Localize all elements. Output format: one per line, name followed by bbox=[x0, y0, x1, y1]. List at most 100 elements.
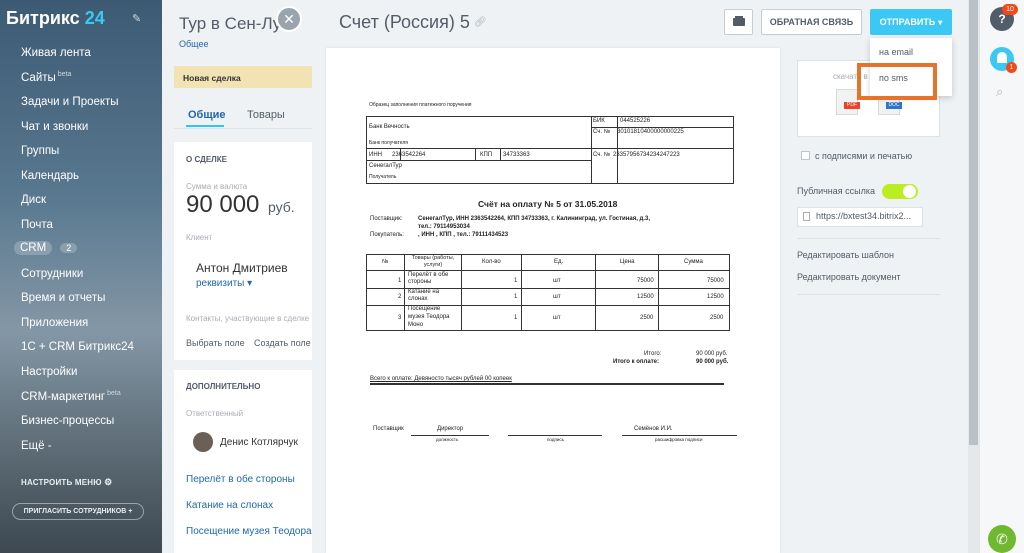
create-field-link[interactable]: Создать поле bbox=[254, 338, 312, 348]
sign-decoding-caption: расшифровка подписи bbox=[655, 437, 703, 442]
crm-count-badge: 2 bbox=[60, 243, 78, 253]
search-icon[interactable]: ⌕ bbox=[996, 84, 1003, 100]
sidebar-item-more[interactable]: Ещё - bbox=[21, 440, 52, 452]
about-deal-section bbox=[174, 142, 312, 360]
inn-value: 2363542264 bbox=[392, 152, 426, 158]
row-1-num: 1 bbox=[398, 278, 402, 284]
requisites-link[interactable]: реквизиты ▾ bbox=[196, 278, 252, 289]
sidebar-item-crm[interactable]: CRM 2 bbox=[14, 241, 78, 255]
edit-pencil-icon[interactable]: ✎ bbox=[132, 12, 141, 25]
phone-icon[interactable]: ✆ bbox=[988, 525, 1016, 553]
total-in-words: Всего к оплате: Девяносто тысяч рублей 0… bbox=[370, 376, 512, 382]
sidebar-item-sites[interactable]: Сайты beta bbox=[21, 71, 71, 84]
sidebar-item-1c[interactable]: 1С + CRM Битрикс24 bbox=[21, 341, 134, 353]
account-label-2: Сч. № bbox=[593, 152, 611, 158]
print-button[interactable] bbox=[724, 9, 753, 35]
signatures-label: с подписями и печатью bbox=[815, 151, 913, 161]
account-value-2: 23357956734234247223 bbox=[613, 152, 680, 158]
row-1-qty: 1 bbox=[514, 278, 518, 284]
recipient-label: Получатель bbox=[369, 174, 397, 180]
edit-document-link[interactable]: Редактировать документ bbox=[797, 272, 901, 282]
responsible-label: Ответственный bbox=[186, 409, 244, 418]
sidebar-item-time[interactable]: Время и отчеты bbox=[21, 292, 105, 304]
send-by-email-item[interactable]: на email bbox=[879, 47, 913, 57]
bank-name: Банк Вечность bbox=[369, 124, 410, 130]
row-3-name-l1: Посещение bbox=[408, 306, 441, 312]
row-3-name-l2: музея Теодора bbox=[408, 314, 450, 320]
close-icon[interactable]: ✕ bbox=[276, 6, 302, 32]
inn-label: ИНН bbox=[369, 152, 382, 158]
right-rail bbox=[979, 0, 1024, 553]
sidebar-item-bizproc[interactable]: Бизнес-процессы bbox=[21, 415, 114, 427]
account-label-1: Сч. № bbox=[593, 129, 611, 135]
bik-value: 044525226 bbox=[620, 118, 651, 124]
sidebar-item-calendar[interactable]: Календарь bbox=[21, 170, 79, 182]
sidebar-item-groups[interactable]: Группы bbox=[21, 145, 59, 157]
sidebar-item-employees[interactable]: Сотрудники bbox=[21, 268, 83, 280]
sidebar-item-disk[interactable]: Диск bbox=[21, 194, 46, 206]
tab-general-underline bbox=[186, 125, 224, 127]
pdf-badge: PDF bbox=[844, 102, 860, 109]
invoice-heading: Счёт на оплату № 5 от 31.05.2018 bbox=[478, 199, 618, 209]
total-label: Итого: bbox=[644, 351, 662, 357]
sidebar-item-tasks[interactable]: Задачи и Проекты bbox=[21, 96, 119, 108]
signatures-checkbox[interactable] bbox=[801, 151, 810, 160]
right-column-divider-2 bbox=[797, 294, 940, 295]
row-1-name-l1: Перелёт в обе bbox=[408, 272, 449, 278]
sign-signature-caption: подпись bbox=[547, 437, 565, 442]
tab-products[interactable]: Товары bbox=[247, 109, 285, 121]
feedback-button[interactable]: ОБРАТНАЯ СВЯЗЬ bbox=[761, 9, 862, 35]
product-link-2[interactable]: Катание на слонах bbox=[186, 500, 312, 511]
row-3-sum: 2500 bbox=[710, 315, 724, 321]
row-3-qty: 1 bbox=[514, 315, 518, 321]
row-2-qty: 1 bbox=[514, 294, 518, 300]
sidebar-item-mail[interactable]: Почта bbox=[21, 219, 53, 231]
col-header-qty: Кол-во bbox=[482, 259, 501, 265]
row-3-unit: шт bbox=[553, 315, 561, 321]
bitrix24-logo[interactable]: Битрикс 24 bbox=[6, 8, 105, 29]
doc-badge: DOC bbox=[886, 102, 902, 109]
col-header-num: № bbox=[382, 259, 389, 265]
bell-shape bbox=[997, 52, 1007, 63]
bank-recipient-label: Банк получателя bbox=[369, 140, 408, 146]
scrollbar-thumb[interactable] bbox=[969, 0, 978, 445]
copy-icon[interactable] bbox=[803, 212, 810, 221]
responsible-avatar bbox=[193, 432, 213, 452]
sidebar-item-crm-marketing[interactable]: CRM-маркетинг beta bbox=[21, 390, 121, 403]
sidebar-item-chat[interactable]: Чат и звонки bbox=[21, 121, 88, 133]
sidebar-item-settings[interactable]: Настройки bbox=[21, 366, 77, 378]
configure-menu-link[interactable]: НАСТРОИТЬ МЕНЮ ⚙ bbox=[21, 477, 112, 488]
responsible-name[interactable]: Денис Котлярчук bbox=[220, 437, 298, 448]
row-2-num: 2 bbox=[398, 294, 402, 300]
product-link-1[interactable]: Перелёт в обе стороны bbox=[186, 474, 312, 485]
sign-supplier-label: Поставщик bbox=[373, 426, 404, 432]
deal-title: Тур в Сен-Лу bbox=[179, 14, 279, 33]
client-label: Клиент bbox=[186, 233, 213, 242]
select-field-link[interactable]: Выбрать поле bbox=[186, 338, 245, 348]
about-deal-heading: О СДЕЛКЕ bbox=[186, 155, 227, 164]
link-icon[interactable]: 🔗︎ bbox=[474, 17, 487, 28]
chevron-down-icon: ▾ bbox=[938, 18, 943, 27]
edit-template-link[interactable]: Редактировать шаблон bbox=[797, 250, 894, 260]
sample-caption: Образец заполнения платежного поручения bbox=[369, 102, 472, 108]
col-header-sum: Сумма bbox=[684, 259, 703, 265]
send-button[interactable]: ОТПРАВИТЬ ▾ bbox=[870, 9, 952, 35]
invite-employees-button[interactable]: ПРИГЛАСИТЬ СОТРУДНИКОВ + bbox=[12, 503, 144, 520]
help-count-badge: 10 bbox=[1002, 4, 1018, 15]
additional-heading: ДОПОЛНИТЕЛЬНО bbox=[186, 382, 261, 391]
row-2-sum: 12500 bbox=[707, 294, 724, 300]
tab-general[interactable]: Общие bbox=[188, 109, 226, 121]
public-url[interactable]: https://bxtest34.bitrix2... bbox=[816, 211, 922, 221]
panel-title: Счет (Россия) 5 bbox=[339, 12, 470, 32]
deal-category[interactable]: Общее bbox=[179, 39, 208, 49]
row-1-name-l2: стороны bbox=[408, 279, 432, 285]
sidebar-item-feed[interactable]: Живая лента bbox=[21, 47, 91, 59]
sidebar-item-apps[interactable]: Приложения bbox=[21, 317, 88, 329]
client-name[interactable]: Антон Дмитриев bbox=[196, 261, 288, 275]
tabs-divider bbox=[174, 128, 312, 129]
sign-position-caption: должность bbox=[436, 437, 459, 442]
account-value-1: 30101810400000000225 bbox=[617, 129, 684, 135]
bik-label: БИК bbox=[593, 118, 605, 124]
product-link-3[interactable]: Посещение музея Теодора М bbox=[186, 526, 312, 537]
row-1-price: 75000 bbox=[637, 278, 654, 284]
